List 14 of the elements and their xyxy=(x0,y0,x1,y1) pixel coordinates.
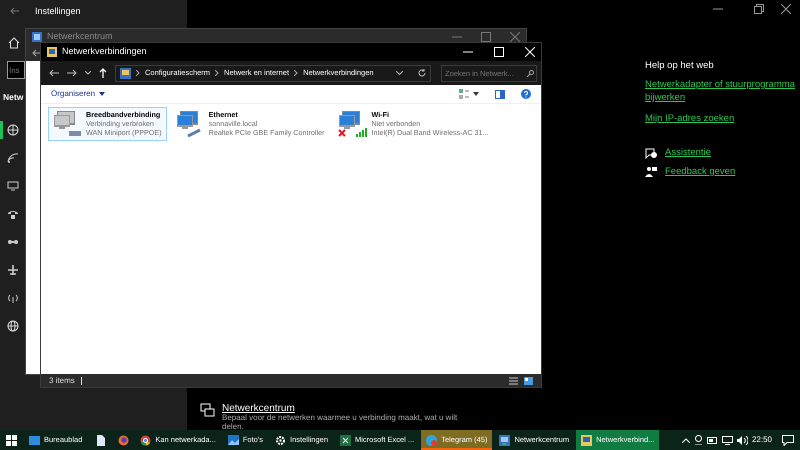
organize-button[interactable]: Organiseren xyxy=(51,88,106,100)
window-title: Netwerkcentrum xyxy=(47,30,114,44)
window-title: Netwerkverbindingen xyxy=(62,45,148,58)
help-link[interactable]: Netwerkadapter of stuurprogramma bijwerken xyxy=(645,79,795,105)
window-title: Instellingen xyxy=(35,5,81,18)
search-field[interactable]: Ins xyxy=(7,61,25,79)
help-link[interactable]: Mijn IP-adres zoeken xyxy=(645,112,795,126)
section-heading: Netw xyxy=(3,91,24,104)
related-description: Bepaal voor de netwerken waarmee u verbinding maakt, wat u wilt delen. xyxy=(222,413,458,431)
item-count: 3 items xyxy=(49,374,75,386)
support-link[interactable]: Assistentie xyxy=(665,147,711,160)
support-link[interactable]: Feedback geven xyxy=(665,166,736,179)
help-heading: Help op het web xyxy=(645,59,714,73)
clock[interactable]: 22:50 xyxy=(752,434,772,446)
